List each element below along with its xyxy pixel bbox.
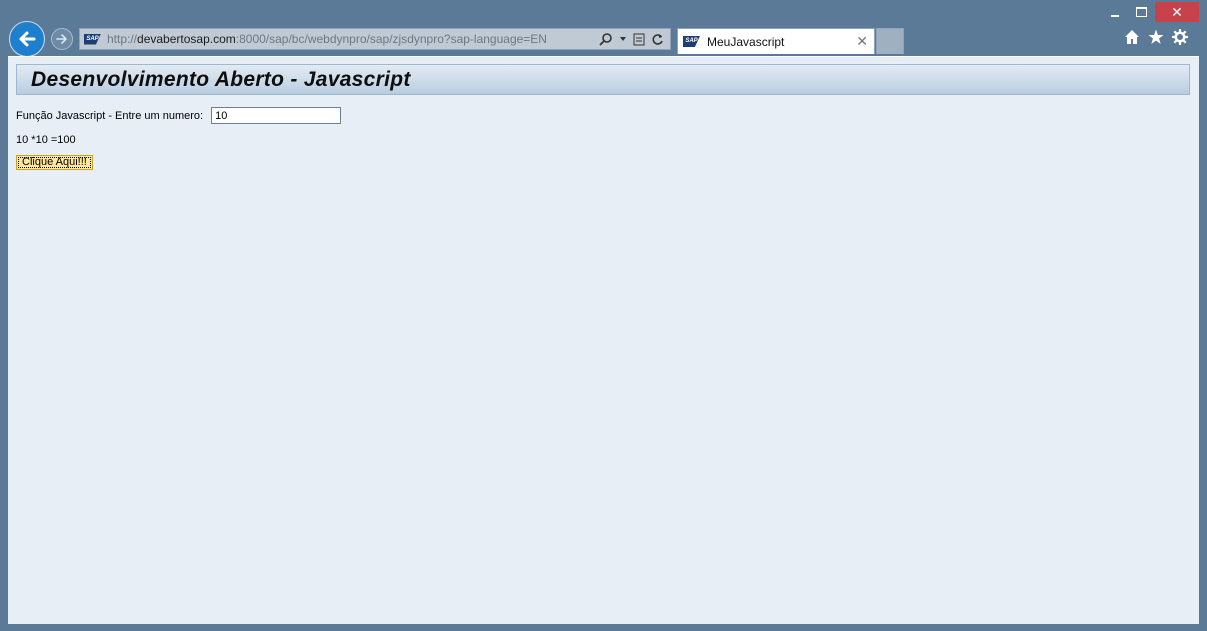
arrow-left-icon — [19, 31, 36, 47]
close-window-button[interactable]: ✕ — [1155, 2, 1199, 22]
page-content: Desenvolvimento Aberto - Javascript Funç… — [8, 56, 1199, 624]
browser-chrome: ✕ SAP http://devabertosap.com:8000/sap/b… — [0, 0, 1207, 57]
result-text: 10 *10 =100 — [16, 134, 76, 146]
back-button[interactable] — [9, 21, 45, 57]
click-here-button[interactable]: Clique Aqui!!! — [16, 155, 93, 170]
url-text[interactable]: http://devabertosap.com:8000/sap/bc/webd… — [107, 32, 547, 46]
close-tab-icon[interactable]: ✕ — [856, 33, 868, 50]
number-input[interactable] — [211, 107, 342, 124]
page-title: Desenvolvimento Aberto - Javascript — [31, 67, 411, 91]
new-tab-button[interactable] — [876, 28, 904, 54]
tab-title: MeuJavascript — [707, 34, 785, 49]
page-header: Desenvolvimento Aberto - Javascript — [16, 64, 1190, 95]
site-favicon-icon: SAP — [84, 33, 101, 45]
forward-button[interactable] — [51, 28, 73, 50]
gear-icon[interactable] — [1172, 29, 1188, 45]
address-bar[interactable]: SAP http://devabertosap.com:8000/sap/bc/… — [79, 28, 671, 50]
arrow-right-icon — [56, 34, 67, 44]
home-icon[interactable] — [1124, 29, 1140, 45]
search-icon[interactable] — [599, 32, 613, 46]
number-field-row: Função Javascript - Entre um numero: — [16, 107, 342, 124]
tab-meujavascript[interactable]: SAP MeuJavascript ✕ — [677, 28, 875, 54]
favorites-star-icon[interactable] — [1148, 29, 1164, 45]
tab-favicon-icon: SAP — [683, 36, 700, 47]
number-field-label: Função Javascript - Entre um numero: — [16, 109, 204, 122]
refresh-icon[interactable] — [651, 33, 664, 46]
minimize-button[interactable] — [1104, 2, 1126, 22]
chevron-down-icon[interactable] — [619, 35, 627, 43]
compatibility-view-icon[interactable] — [633, 33, 645, 46]
maximize-button[interactable] — [1130, 2, 1152, 22]
